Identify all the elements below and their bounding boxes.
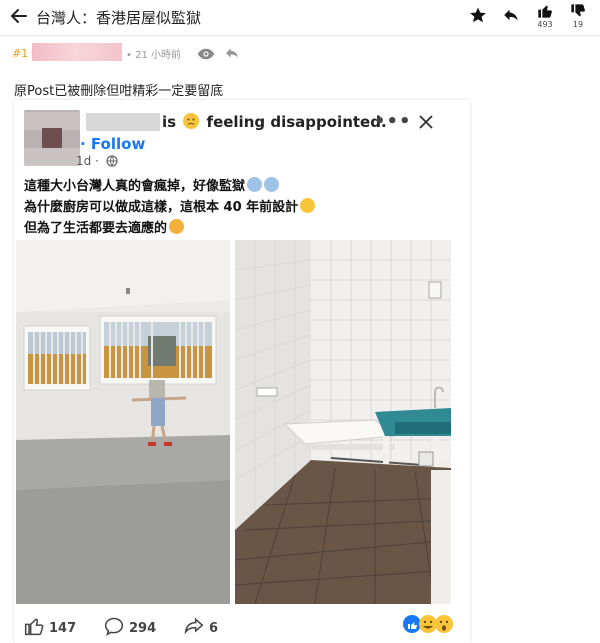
share-icon xyxy=(184,617,204,635)
floor-number: #1 xyxy=(12,47,29,60)
eye-icon[interactable] xyxy=(197,46,215,65)
quote-reply-icon[interactable] xyxy=(224,45,240,65)
more-options-icon[interactable]: ••• xyxy=(374,111,412,132)
fb-post-text: 這種大小台灣人真的會瘋掉，好像監獄 為什麼廚房可以做成這樣，這根本 40 年前設… xyxy=(24,176,316,239)
reaction-emojis xyxy=(402,614,459,634)
post-meta: #1 • 21 小時前 xyxy=(0,38,600,70)
follow-link[interactable]: · Follow xyxy=(80,135,145,153)
fb-text-line: 這種大小台灣人真的會瘋掉，好像監獄 xyxy=(24,176,315,197)
thumbs-up-icon xyxy=(24,618,44,636)
pensive-emoji-icon xyxy=(169,219,185,234)
fb-status-is: is xyxy=(162,113,177,131)
comment-count: 294 xyxy=(129,621,157,636)
username-redacted[interactable] xyxy=(32,43,122,61)
downvote-count: 19 xyxy=(572,20,584,29)
room-photo[interactable] xyxy=(16,240,230,604)
thread-title: 台灣人：香港居屋似監獄 xyxy=(36,9,202,27)
fearful-emoji-icon xyxy=(247,177,263,192)
globe-icon xyxy=(106,155,118,170)
kitchen-photo[interactable] xyxy=(235,240,451,604)
post-caption: 原Post已被刪除但咁精彩一定要留底 xyxy=(14,84,224,99)
fb-name-redacted xyxy=(86,113,160,131)
fb-text-line: 為什麼廚房可以做成這樣，這根本 40 年前設計 xyxy=(24,197,316,218)
avatar xyxy=(24,110,80,166)
reactions-bar: 147 294 6 xyxy=(24,614,464,638)
fearful-emoji-icon xyxy=(264,177,280,192)
star-icon[interactable] xyxy=(466,6,490,26)
close-icon[interactable] xyxy=(418,114,434,134)
comment-button[interactable]: 294 xyxy=(104,616,156,636)
fb-time-text: 1d · xyxy=(76,154,99,168)
like-button[interactable]: 147 xyxy=(24,616,76,636)
share-count: 6 xyxy=(209,621,219,636)
back-arrow-icon[interactable] xyxy=(8,5,30,27)
fb-status-feeling: feeling disappointed. xyxy=(206,113,387,131)
like-count: 147 xyxy=(49,621,77,636)
disappointed-emoji-icon xyxy=(183,113,200,129)
upside-down-face-icon xyxy=(300,198,316,213)
fb-status: is feeling disappointed. xyxy=(162,113,387,131)
fb-time: 1d · xyxy=(76,154,118,170)
share-button[interactable]: 6 xyxy=(184,616,218,636)
facebook-post-screenshot: is feeling disappointed. ••• · Follow 1d… xyxy=(14,100,470,643)
top-app-bar: 台灣人：香港居屋似監獄 493 19 xyxy=(0,0,600,36)
post-time: • 21 小時前 xyxy=(126,50,181,61)
fb-text-line: 但為了生活都要去適應的 xyxy=(24,218,315,239)
reply-icon[interactable] xyxy=(499,6,523,26)
comment-icon xyxy=(104,617,124,636)
upvote-count: 493 xyxy=(537,20,553,29)
